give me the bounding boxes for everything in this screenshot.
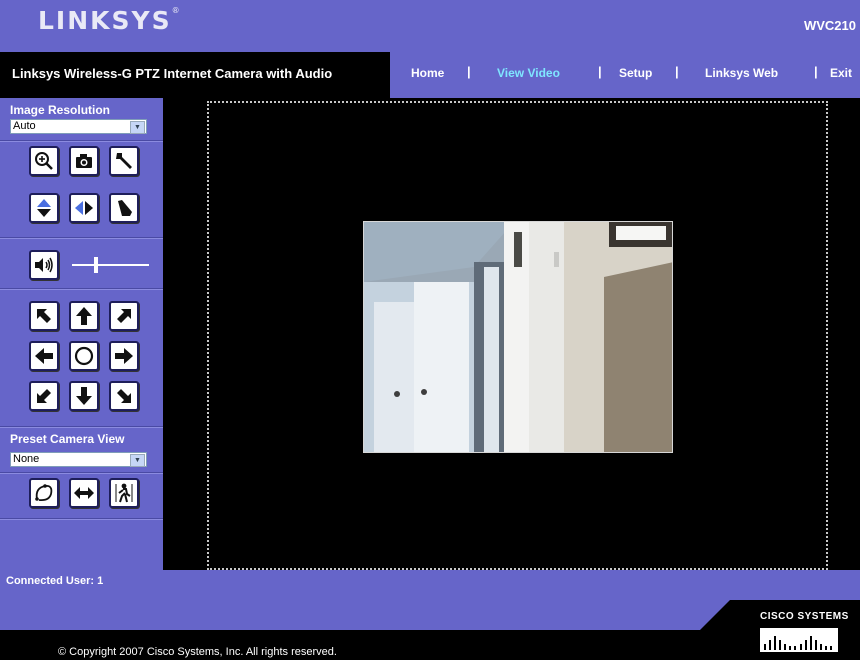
arrow-left-icon	[35, 348, 53, 364]
audio-button[interactable]	[29, 250, 59, 280]
arrow-down-left-icon	[37, 389, 51, 403]
model-name: WVC210	[803, 18, 856, 33]
cisco-bridge-icon	[760, 628, 838, 652]
nav-separator: |	[598, 64, 602, 79]
divider	[0, 426, 163, 428]
connected-user-status: Connected User: 1	[6, 575, 104, 587]
pan-down-button[interactable]	[69, 381, 99, 411]
pan-up-button[interactable]	[69, 301, 99, 331]
divider	[0, 288, 163, 290]
divider	[0, 237, 163, 239]
resolution-select[interactable]: Auto ▼	[10, 119, 147, 134]
divider	[0, 518, 163, 520]
nav-home[interactable]: Home	[411, 66, 444, 80]
arrow-up-right-icon	[117, 309, 131, 323]
nav-separator: |	[675, 64, 679, 79]
auto-pan-button[interactable]	[69, 478, 99, 508]
product-title: Linksys Wireless-G PTZ Internet Camera w…	[12, 66, 333, 81]
resolution-value: Auto	[13, 120, 36, 132]
patrol-button[interactable]	[109, 193, 139, 223]
chevron-down-icon[interactable]: ▼	[130, 454, 145, 467]
motion-detection-button[interactable]	[109, 478, 139, 508]
home-position-button[interactable]	[69, 341, 99, 371]
arrow-right-icon	[115, 348, 133, 364]
nav-separator: |	[467, 64, 471, 79]
patrol-path-button[interactable]	[29, 478, 59, 508]
nav-exit[interactable]: Exit	[830, 66, 852, 80]
nav-linksys-web[interactable]: Linksys Web	[705, 66, 778, 80]
divider	[0, 140, 163, 142]
volume-slider-track[interactable]	[72, 264, 149, 266]
linksys-logo: Linksys®	[38, 6, 180, 35]
left-right-arrows-icon	[75, 201, 93, 215]
pan-down-right-button[interactable]	[109, 381, 139, 411]
zoom-in-icon	[35, 152, 53, 170]
arrow-up-icon	[76, 307, 92, 325]
patrol-path-icon	[35, 484, 53, 502]
pan-right-button[interactable]	[109, 341, 139, 371]
setup-tool-button[interactable]	[109, 146, 139, 176]
resolution-label: Image Resolution	[10, 103, 111, 117]
walking-person-icon	[115, 483, 133, 503]
divider	[0, 472, 163, 474]
patrol-icon	[118, 200, 132, 216]
circle-icon	[74, 346, 94, 366]
pan-up-left-button[interactable]	[29, 301, 59, 331]
up-down-arrows-icon	[37, 199, 51, 217]
preset-value: None	[13, 453, 40, 465]
arrow-down-right-icon	[117, 389, 131, 403]
pan-left-button[interactable]	[29, 341, 59, 371]
live-video-feed	[363, 221, 673, 453]
pan-button[interactable]	[69, 193, 99, 223]
snapshot-button[interactable]	[69, 146, 99, 176]
pan-up-right-button[interactable]	[109, 301, 139, 331]
preset-label: Preset Camera View	[10, 432, 125, 446]
logo-text: Linksys	[38, 6, 172, 35]
nav-view-video[interactable]: View Video	[497, 66, 560, 80]
arrow-down-icon	[76, 387, 92, 405]
tilt-button[interactable]	[29, 193, 59, 223]
chevron-down-icon[interactable]: ▼	[130, 121, 145, 134]
pan-down-left-button[interactable]	[29, 381, 59, 411]
arrow-up-left-icon	[37, 309, 51, 323]
volume-slider-thumb[interactable]	[93, 257, 98, 273]
speaker-icon	[35, 257, 53, 273]
cisco-logo: Cisco Systems	[760, 611, 849, 622]
cisco-logo-text: Cisco Systems	[760, 611, 849, 622]
preset-select[interactable]: None ▼	[10, 452, 147, 467]
camera-icon	[76, 154, 92, 168]
zoom-button[interactable]	[29, 146, 59, 176]
nav-setup[interactable]: Setup	[619, 66, 652, 80]
wrench-icon	[116, 153, 132, 169]
nav-separator: |	[814, 64, 818, 79]
double-arrow-icon	[74, 487, 94, 499]
copyright-text: © Copyright 2007 Cisco Systems, Inc. All…	[58, 646, 337, 658]
